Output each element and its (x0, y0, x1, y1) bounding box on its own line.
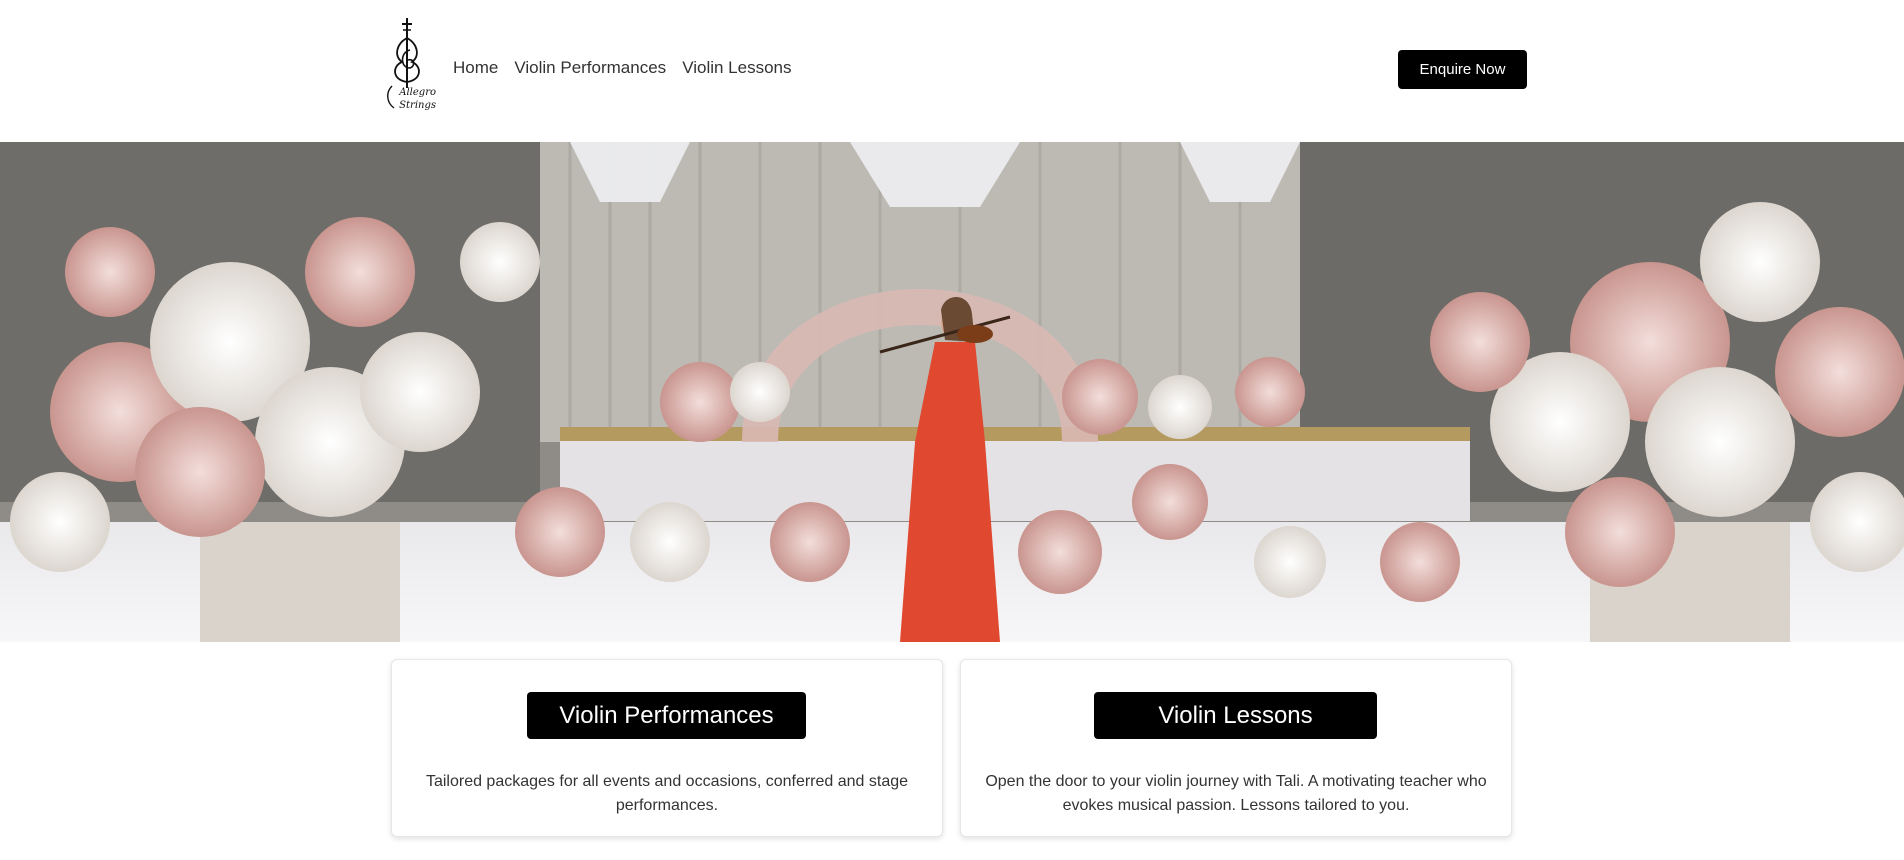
hero-banner-image (0, 142, 1904, 642)
site-header: Allegro Strings Home Violin Performances… (0, 0, 1904, 142)
violin-performances-card: Violin Performances Tailored packages fo… (391, 659, 943, 837)
brand-logo-line1: Allegro (399, 87, 436, 98)
main-nav: Home Violin Performances Violin Lessons (453, 58, 792, 78)
enquire-now-button[interactable]: Enquire Now (1398, 50, 1527, 89)
brand-logo[interactable]: Allegro Strings (380, 16, 436, 118)
violin-performances-description: Tailored packages for all events and occ… (425, 773, 909, 814)
nav-link-violin-performances[interactable]: Violin Performances (514, 58, 666, 78)
brand-logo-line2: Strings (399, 100, 436, 111)
violinist-in-floral-venue-photo (0, 142, 1904, 642)
violin-performances-button[interactable]: Violin Performances (527, 692, 806, 739)
violin-lessons-description: Open the door to your violin journey wit… (985, 773, 1487, 814)
violin-lessons-button[interactable]: Violin Lessons (1094, 692, 1377, 739)
violin-lessons-card: Violin Lessons Open the door to your vio… (960, 659, 1512, 837)
nav-link-home[interactable]: Home (453, 58, 498, 78)
brand-logo-text: Allegro Strings (380, 86, 436, 112)
nav-link-violin-lessons[interactable]: Violin Lessons (682, 58, 791, 78)
